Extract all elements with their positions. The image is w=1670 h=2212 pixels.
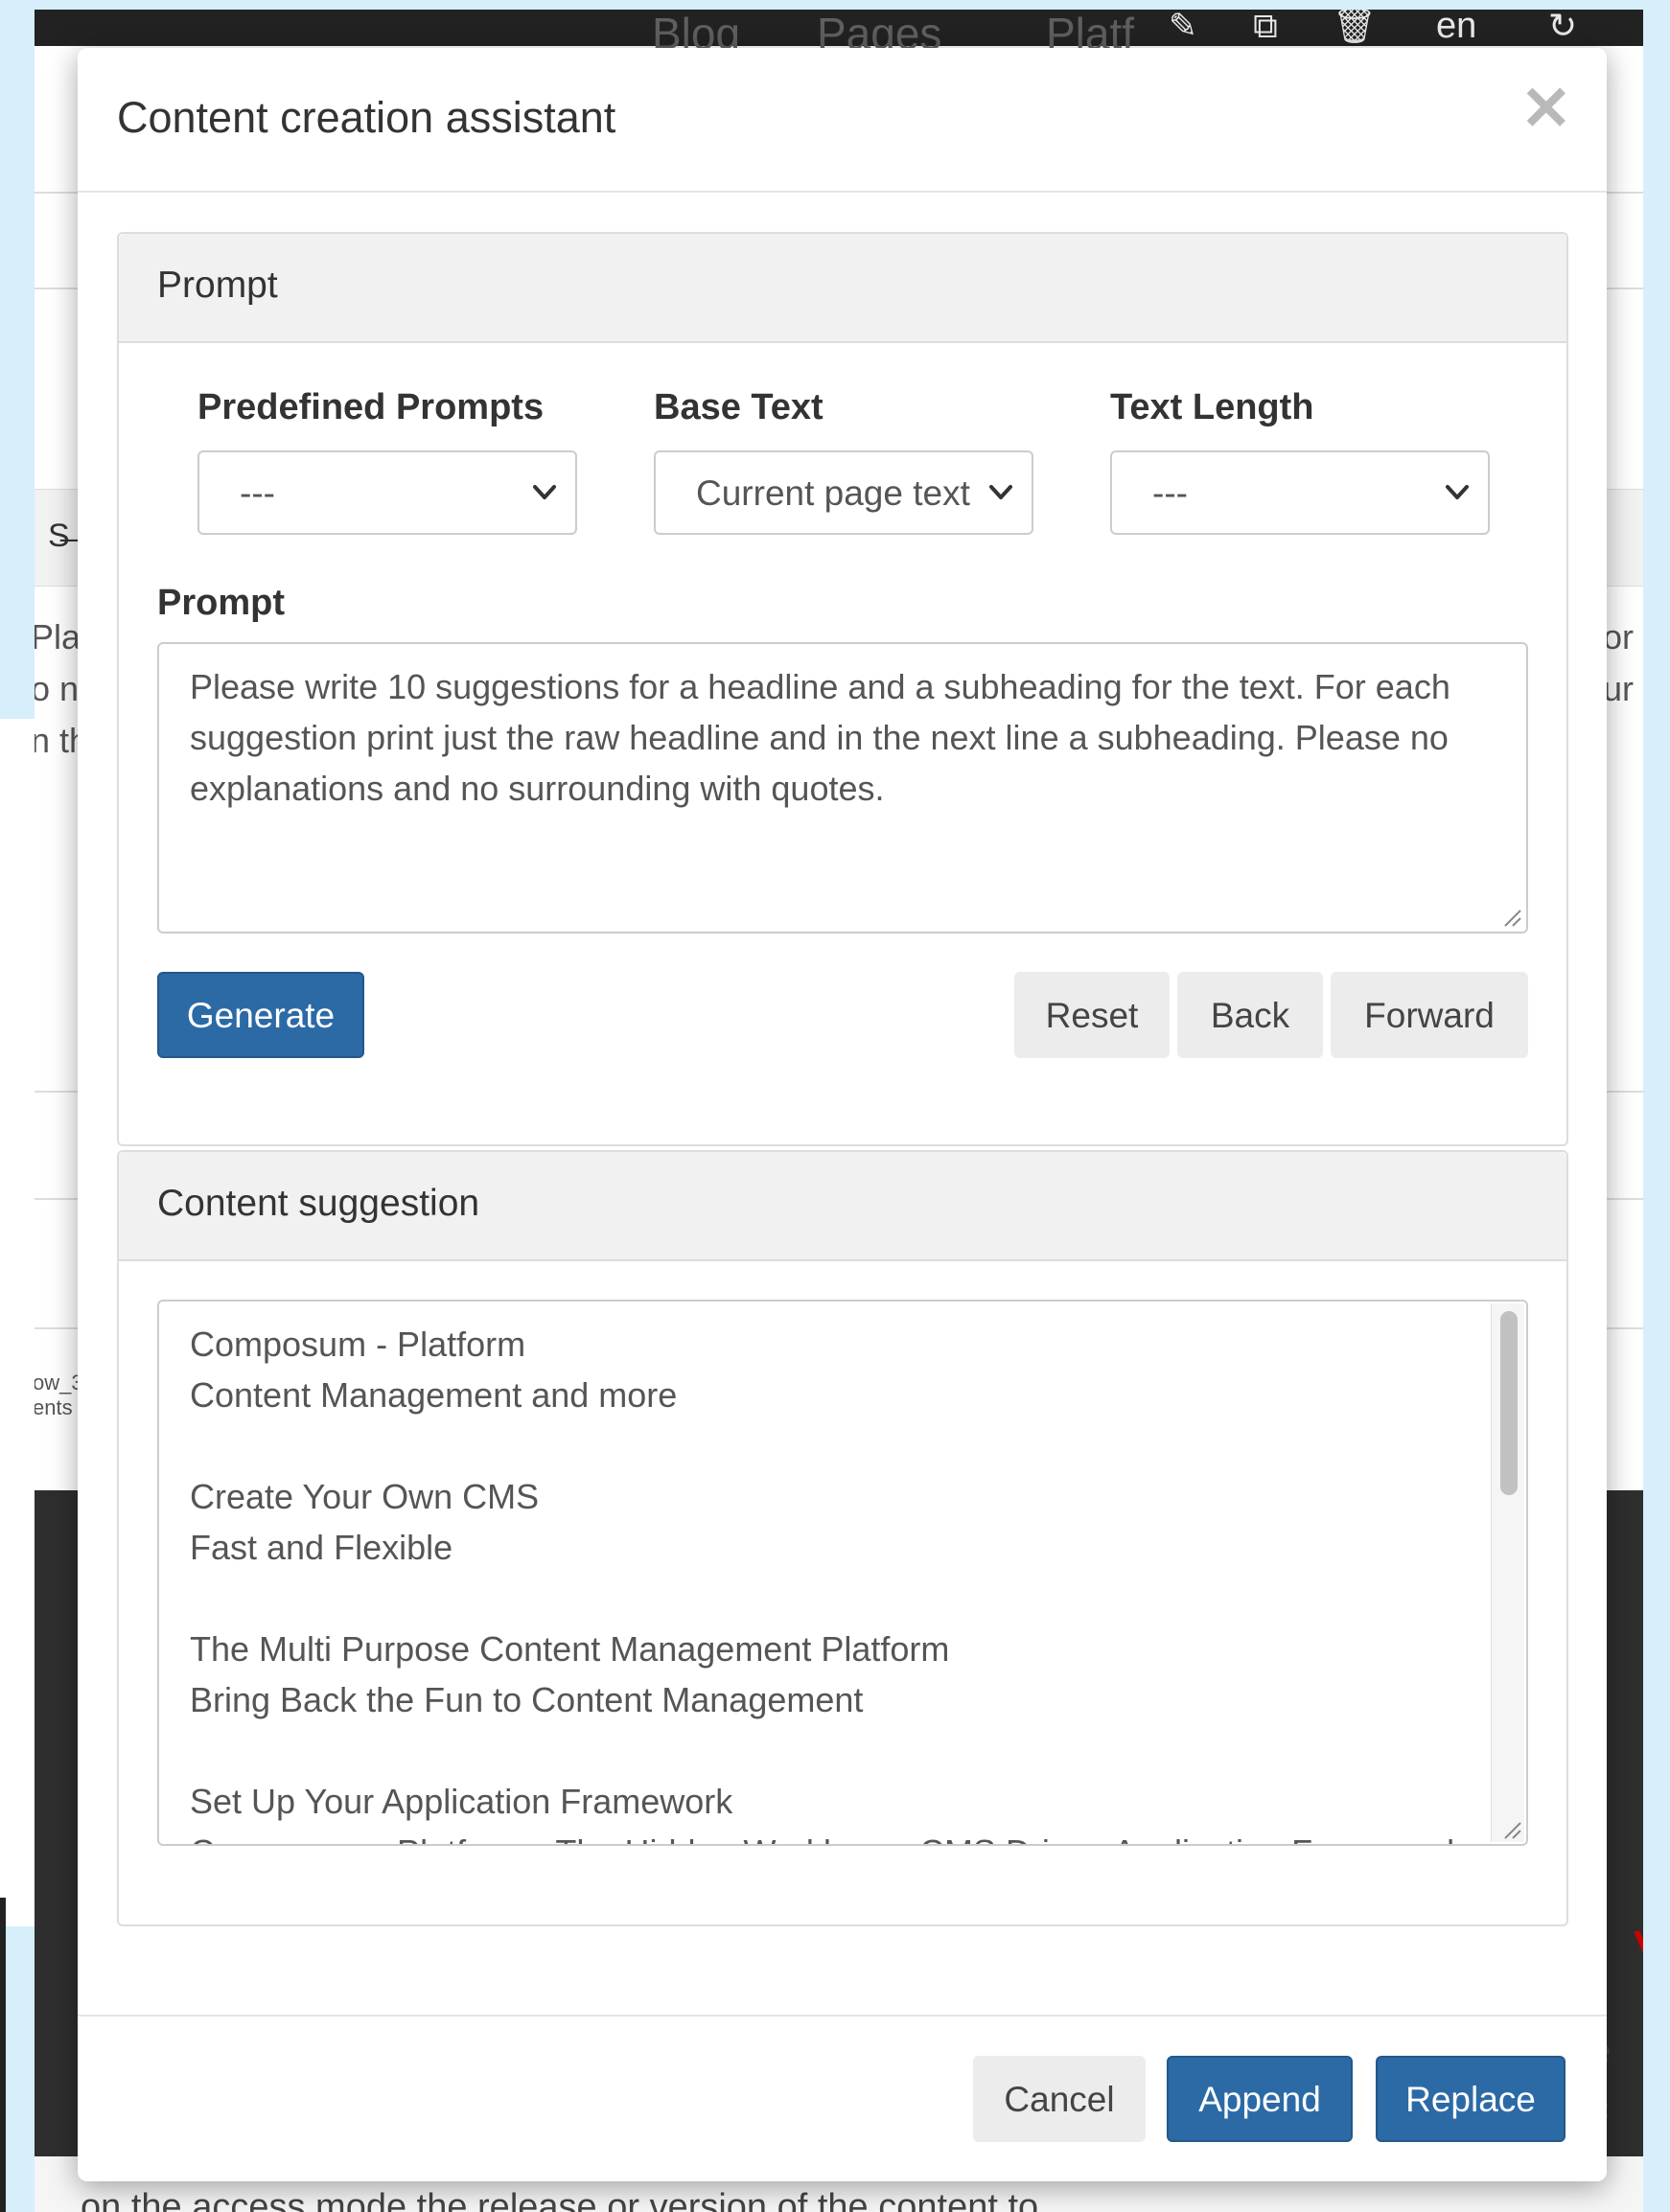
suggestion-scrollbar[interactable]: [1491, 1303, 1524, 1842]
prompt-panel-title: Prompt: [157, 265, 278, 306]
content-creation-dialog: Content creation assistant ✕ Prompt Pred…: [78, 48, 1607, 2181]
content-suggestion-text: Composum - Platform Content Management a…: [190, 1325, 1464, 1844]
modal-footer-divider: [78, 2015, 1607, 2016]
language-selector[interactable]: en: [1436, 10, 1476, 44]
bg-bottom-text: on the access mode the release or versio…: [81, 2187, 1039, 2212]
prompt-text: Please write 10 suggestions for a headli…: [190, 667, 1460, 808]
reset-button[interactable]: Reset: [1014, 972, 1170, 1058]
base-text-label: Base Text: [654, 387, 823, 427]
append-button[interactable]: Append: [1167, 2056, 1353, 2142]
chevron-down-icon: [1446, 485, 1469, 499]
text-length-label: Text Length: [1110, 387, 1314, 427]
content-suggestion-title: Content suggestion: [157, 1183, 480, 1224]
content-suggestion-textarea[interactable]: Composum - Platform Content Management a…: [157, 1300, 1528, 1846]
replace-button[interactable]: Replace: [1376, 2056, 1566, 2142]
predefined-prompts-select[interactable]: ---: [197, 450, 577, 535]
generate-button[interactable]: Generate: [157, 972, 364, 1058]
text-length-value: ---: [1152, 473, 1188, 513]
bg-left-edge: [0, 1898, 6, 2212]
modal-title: Content creation assistant: [117, 93, 616, 142]
strikethrough-icon[interactable]: S̶: [48, 518, 70, 555]
reload-icon[interactable]: ↻: [1542, 10, 1584, 43]
bg-right-text: or ur: [1603, 617, 1635, 708]
prompt-panel-heading: Prompt: [119, 234, 1566, 343]
close-icon[interactable]: ✕: [1520, 78, 1572, 139]
resize-handle-icon[interactable]: [1499, 1817, 1522, 1840]
chevron-down-icon: [989, 485, 1012, 499]
base-text-value: Current page text: [696, 473, 970, 513]
prompt-panel: Prompt Predefined Prompts --- Base Text …: [117, 232, 1568, 1146]
predefined-prompts-value: ---: [240, 473, 275, 513]
suggestion-scrollbar-thumb[interactable]: [1500, 1311, 1518, 1495]
prompt-label: Prompt: [157, 583, 285, 623]
content-suggestion-heading: Content suggestion: [119, 1152, 1566, 1261]
prompt-textarea[interactable]: Please write 10 suggestions for a headli…: [157, 642, 1528, 933]
back-button[interactable]: Back: [1177, 972, 1323, 1058]
bg-small-text: ow_3 ents: [35, 1371, 83, 1419]
chevron-down-icon: [533, 485, 556, 499]
text-length-select[interactable]: ---: [1110, 450, 1490, 535]
modal-header: Content creation assistant ✕: [78, 48, 1607, 193]
trash-icon[interactable]: 🗑: [1333, 10, 1377, 43]
bg-red-heading: Vo: [1634, 1917, 1643, 1988]
edit-icon[interactable]: ✎: [1162, 10, 1204, 43]
resize-handle-icon[interactable]: [1499, 905, 1522, 928]
forward-button[interactable]: Forward: [1331, 972, 1528, 1058]
content-suggestion-panel: Content suggestion Composum - Platform C…: [117, 1150, 1568, 1926]
bg-left-panel: [0, 719, 35, 1926]
copy-icon[interactable]: ⧉: [1244, 10, 1287, 43]
base-text-select[interactable]: Current page text: [654, 450, 1033, 535]
predefined-prompts-label: Predefined Prompts: [197, 387, 545, 427]
cancel-button[interactable]: Cancel: [973, 2056, 1146, 2142]
